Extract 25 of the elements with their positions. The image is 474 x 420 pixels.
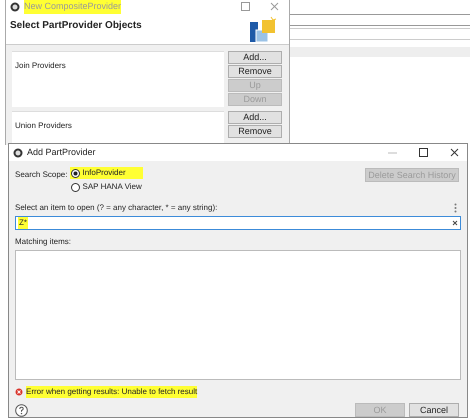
search-value: Z*: [18, 217, 28, 229]
error-icon: [15, 388, 23, 396]
maximize-icon[interactable]: [419, 148, 428, 157]
dialog-button[interactable]: Add...: [228, 110, 282, 124]
dialog-button[interactable]: Remove: [228, 64, 282, 78]
dialog-button[interactable]: Remove: [228, 124, 282, 138]
search-field[interactable]: Z*: [15, 216, 461, 230]
page-heading: Select PartProvider Objects: [10, 18, 142, 32]
matching-label: Matching items:: [15, 236, 72, 248]
section-label: Join Providers: [15, 60, 66, 70]
search-scope-label: Search Scope:: [15, 169, 68, 181]
clear-icon[interactable]: [452, 220, 458, 226]
window-title: New CompositeProvider: [24, 0, 122, 14]
scope-radio[interactable]: SAP HANA View: [70, 181, 143, 193]
help-icon[interactable]: [15, 404, 28, 416]
dialog-title: Add PartProvider: [27, 146, 96, 159]
app-icon: [10, 2, 20, 12]
dialog-button[interactable]: Cancel: [409, 403, 459, 417]
close-icon[interactable]: [450, 148, 459, 157]
menu-dots-icon[interactable]: [454, 203, 457, 213]
app-icon: [13, 148, 23, 158]
search-prompt: Select an item to open (? = any character, * = any string):: [15, 202, 218, 214]
dialog-button[interactable]: Add...: [228, 50, 282, 64]
section-label: Union Providers: [15, 120, 72, 130]
scope-radio[interactable]: InfoProvider: [70, 167, 143, 179]
